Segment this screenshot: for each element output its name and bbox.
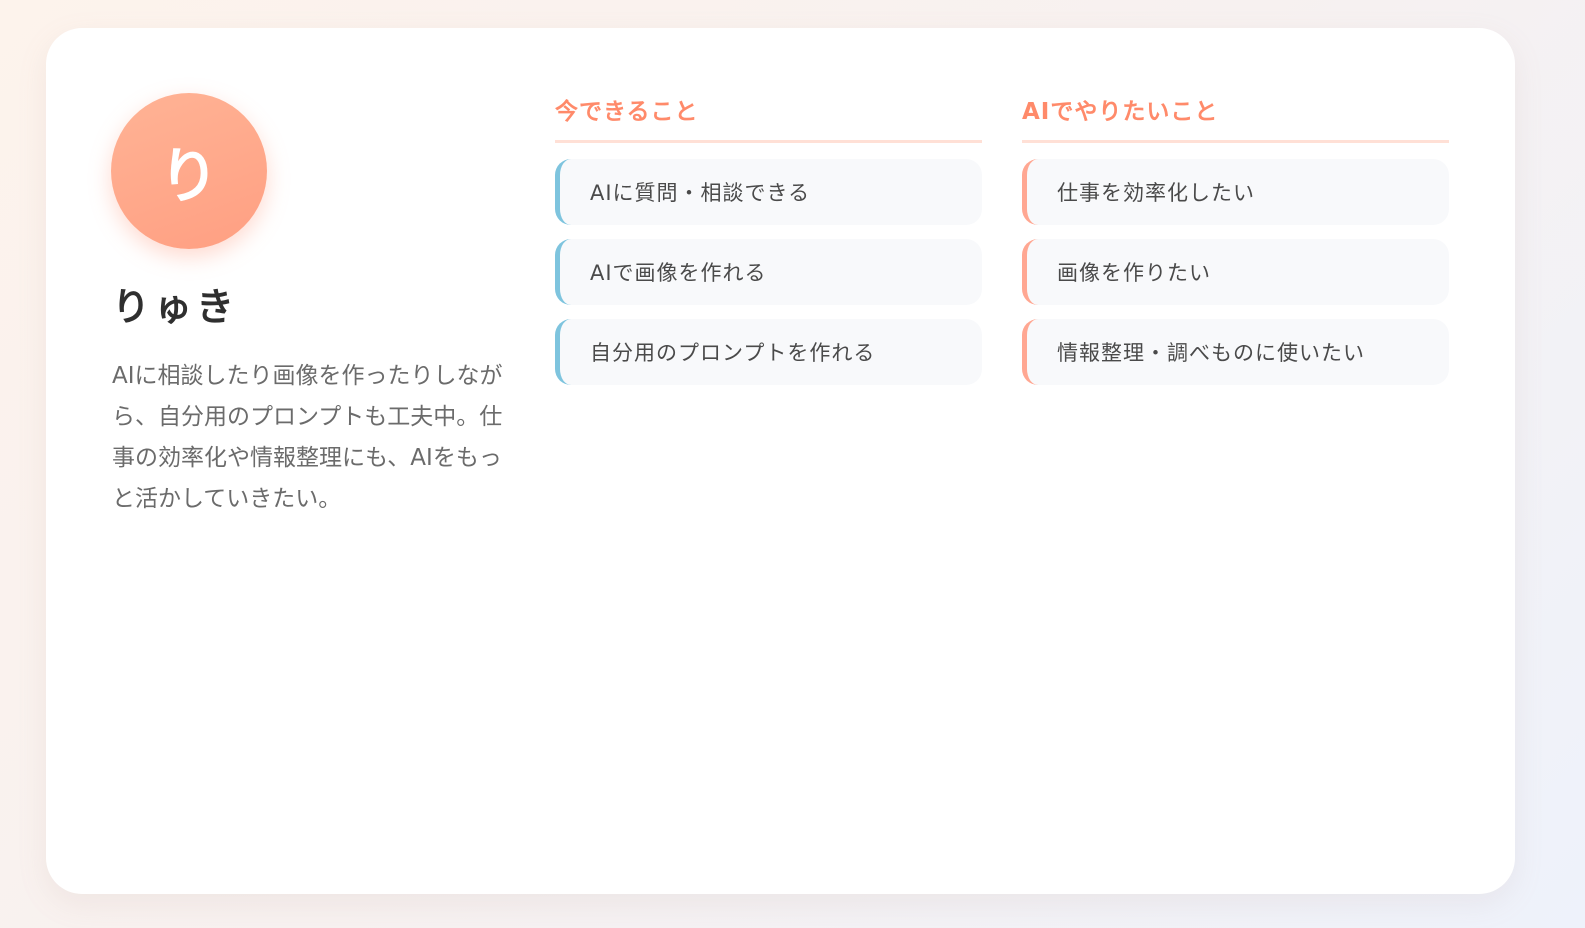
avatar: り bbox=[111, 93, 267, 249]
want-to-do-heading: AIでやりたいこと bbox=[1022, 92, 1449, 143]
profile-card: り りゅき AIに相談したり画像を作ったりしながら、自分用のプロンプトも工夫中。… bbox=[46, 28, 1515, 894]
can-do-item: 自分用のプロンプトを作れる bbox=[555, 319, 982, 385]
want-to-do-list: 仕事を効率化したい 画像を作りたい 情報整理・調べものに使いたい bbox=[1022, 159, 1449, 385]
want-to-do-section: AIでやりたいこと 仕事を効率化したい 画像を作りたい 情報整理・調べものに使い… bbox=[1022, 92, 1449, 399]
want-to-do-item: 仕事を効率化したい bbox=[1022, 159, 1449, 225]
can-do-heading: 今できること bbox=[555, 92, 982, 143]
avatar-initial: り bbox=[159, 141, 219, 212]
can-do-item: AIに質問・相談できる bbox=[555, 159, 982, 225]
want-to-do-item: 情報整理・調べものに使いたい bbox=[1022, 319, 1449, 385]
profile-bio: AIに相談したり画像を作ったりしながら、自分用のプロンプトも工夫中。仕事の効率化… bbox=[112, 363, 503, 512]
profile-name: りゅき bbox=[112, 285, 239, 329]
can-do-list: AIに質問・相談できる AIで画像を作れる 自分用のプロンプトを作れる bbox=[555, 159, 982, 385]
can-do-item: AIで画像を作れる bbox=[555, 239, 982, 305]
want-to-do-item: 画像を作りたい bbox=[1022, 239, 1449, 305]
can-do-section: 今できること AIに質問・相談できる AIで画像を作れる 自分用のプロンプトを作… bbox=[555, 92, 982, 399]
